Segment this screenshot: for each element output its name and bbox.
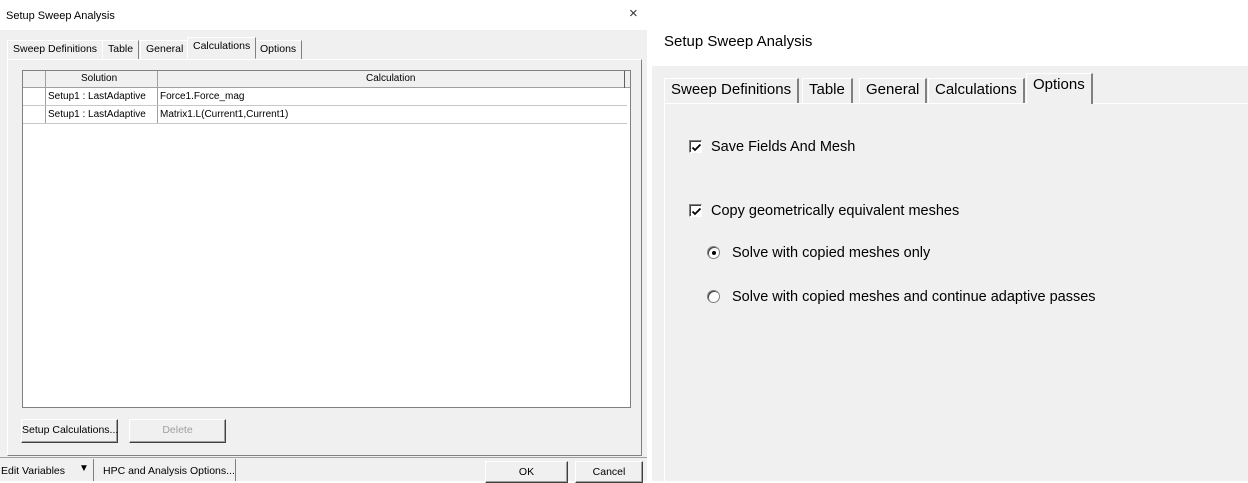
ok-button[interactable]: OK	[485, 461, 568, 483]
tab-calculations[interactable]: Calculations	[187, 37, 257, 59]
tab-general[interactable]: General	[859, 78, 928, 104]
tab-calculations[interactable]: Calculations	[928, 78, 1025, 104]
close-icon[interactable]: ×	[629, 5, 638, 22]
edit-variables-label[interactable]: Edit Variables	[1, 465, 65, 477]
tab-options[interactable]: Options	[1026, 73, 1093, 104]
solve-continue-adaptive-label[interactable]: Solve with copied meshes and continue ad…	[732, 289, 1096, 305]
tab-table[interactable]: Table	[102, 40, 140, 59]
row-calculation-cell[interactable]: Matrix1.L(Current1,Current1)	[160, 109, 288, 121]
row-divider	[23, 105, 627, 106]
save-fields-label[interactable]: Save Fields And Mesh	[711, 139, 855, 155]
setup-calculations-button[interactable]: Setup Calculations...	[21, 419, 118, 443]
tab-general[interactable]: General	[140, 40, 190, 59]
header-end-divider	[624, 71, 625, 88]
bottom-separator	[0, 457, 647, 458]
column-header-calculation[interactable]: Calculation	[366, 73, 415, 85]
solve-continue-adaptive-radio[interactable]	[707, 290, 720, 303]
row-solution-cell[interactable]: Setup1 : LastAdaptive	[48, 91, 146, 103]
hpc-analysis-options-button[interactable]: HPC and Analysis Options...	[103, 465, 235, 477]
bottom-divider	[235, 459, 236, 481]
right-dialog-title: Setup Sweep Analysis	[664, 33, 813, 50]
save-fields-checkbox[interactable]	[689, 140, 702, 153]
row-divider	[23, 123, 627, 124]
column-header-solution[interactable]: Solution	[81, 73, 117, 85]
solve-copied-only-radio[interactable]	[707, 246, 720, 259]
delete-button[interactable]: Delete	[129, 419, 226, 443]
checkmark-icon	[691, 207, 702, 216]
solve-copied-only-label[interactable]: Solve with copied meshes only	[732, 245, 930, 261]
row-calculation-cell[interactable]: Force1.Force_mag	[160, 91, 244, 103]
row-solution-cell[interactable]: Setup1 : LastAdaptive	[48, 109, 146, 121]
row-header-divider	[45, 71, 46, 124]
cancel-button[interactable]: Cancel	[575, 461, 643, 483]
radio-dot-icon	[712, 251, 716, 255]
left-dialog: Setup Sweep Analysis × Sweep Definitions…	[0, 0, 647, 483]
bottom-divider	[93, 459, 94, 481]
tab-table[interactable]: Table	[802, 78, 853, 104]
calculations-table: Solution Calculation Setup1 : LastAdapti…	[22, 70, 631, 408]
left-titlebar: Setup Sweep Analysis ×	[0, 0, 647, 30]
right-dialog: Setup Sweep Analysis Sweep Definitions T…	[652, 0, 1248, 481]
tab-options[interactable]: Options	[254, 40, 303, 59]
copy-meshes-label[interactable]: Copy geometrically equivalent meshes	[711, 203, 959, 219]
column-divider	[157, 71, 158, 124]
tab-sweep-definitions[interactable]: Sweep Definitions	[664, 78, 800, 104]
copy-meshes-checkbox[interactable]	[689, 204, 702, 217]
left-dialog-title: Setup Sweep Analysis	[6, 10, 115, 22]
tab-sweep-definitions[interactable]: Sweep Definitions	[7, 40, 104, 59]
table-header: Solution Calculation	[23, 71, 630, 88]
checkmark-icon	[691, 143, 702, 152]
triangle-down-icon[interactable]: ▼	[79, 463, 89, 474]
